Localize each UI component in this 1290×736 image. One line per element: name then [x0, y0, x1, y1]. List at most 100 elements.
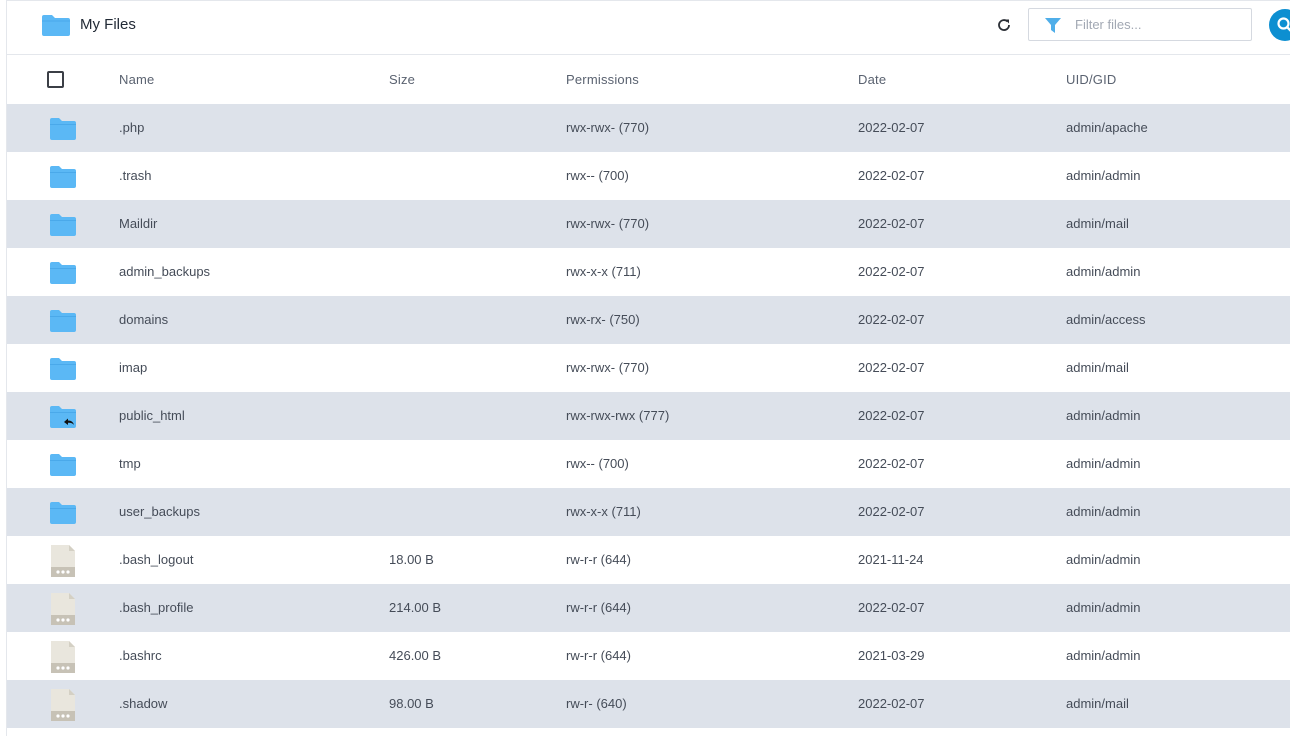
file-permissions[interactable]: rwx-rwx- (770) [566, 216, 649, 231]
file-owner: admin/admin [1066, 408, 1141, 423]
table-row[interactable]: .trash rwx-- (700) 2022-02-07 admin/admi… [7, 152, 1290, 200]
folder-icon [42, 15, 70, 36]
file-owner: admin/apache [1066, 120, 1148, 135]
file-permissions[interactable]: rwx-rwx-rwx (777) [566, 408, 669, 423]
file-date: 2021-11-24 [858, 552, 924, 567]
table-row[interactable]: user_backups rwx-x-x (711) 2022-02-07 ad… [7, 488, 1290, 536]
file-manager-panel: My Files Name Size Permissions Date UID/… [6, 0, 1290, 736]
file-name[interactable]: .bash_logout [119, 552, 193, 567]
file-name[interactable]: .trash [119, 168, 152, 183]
folder-icon [49, 307, 77, 333]
file-size: 98.00 B [389, 696, 434, 711]
table-row[interactable]: .bash_logout 18.00 B rw-r-r (644) 2021-1… [7, 536, 1290, 584]
filter-input[interactable] [1075, 9, 1245, 40]
table-row[interactable]: .shadow 98.00 B rw-r- (640) 2022-02-07 a… [7, 680, 1290, 728]
file-permissions[interactable]: rwx-x-x (711) [566, 504, 641, 519]
table-row[interactable]: tmp rwx-- (700) 2022-02-07 admin/admin [7, 440, 1290, 488]
file-name[interactable]: .php [119, 120, 144, 135]
file-permissions[interactable]: rwx-rwx- (770) [566, 120, 649, 135]
file-date: 2022-02-07 [858, 696, 925, 711]
file-permissions[interactable]: rwx-- (700) [566, 456, 629, 471]
file-icon [51, 593, 75, 625]
file-permissions[interactable]: rw-r-r (644) [566, 648, 631, 663]
search-icon [1277, 17, 1290, 32]
file-date: 2022-02-07 [858, 600, 925, 615]
file-name[interactable]: imap [119, 360, 147, 375]
table-row[interactable]: .bashrc 426.00 B rw-r-r (644) 2021-03-29… [7, 632, 1290, 680]
file-date: 2022-02-07 [858, 168, 925, 183]
refresh-icon[interactable] [994, 15, 1014, 35]
folder-link-icon [49, 403, 77, 429]
folder-icon [49, 355, 77, 381]
file-name[interactable]: .bash_profile [119, 600, 193, 615]
file-owner: admin/admin [1066, 264, 1141, 279]
file-permissions[interactable]: rwx-rx- (750) [566, 312, 640, 327]
file-permissions[interactable]: rw-r- (640) [566, 696, 627, 711]
file-name[interactable]: user_backups [119, 504, 200, 519]
column-size[interactable]: Size [389, 72, 415, 87]
select-all-checkbox[interactable] [47, 71, 64, 88]
file-owner: admin/admin [1066, 168, 1141, 183]
file-owner: admin/admin [1066, 504, 1141, 519]
table-row[interactable]: .php rwx-rwx- (770) 2022-02-07 admin/apa… [7, 104, 1290, 152]
file-owner: admin/mail [1066, 216, 1129, 231]
table-row[interactable]: .bash_profile 214.00 B rw-r-r (644) 2022… [7, 584, 1290, 632]
file-icon [51, 545, 75, 577]
table-header: Name Size Permissions Date UID/GID [7, 55, 1290, 104]
folder-icon [49, 211, 77, 237]
file-name[interactable]: .bashrc [119, 648, 162, 663]
file-permissions[interactable]: rwx-x-x (711) [566, 264, 641, 279]
filter-icon [1045, 18, 1061, 33]
file-name[interactable]: domains [119, 312, 168, 327]
file-name[interactable]: .shadow [119, 696, 167, 711]
file-owner: admin/admin [1066, 552, 1141, 567]
file-date: 2022-02-07 [858, 456, 925, 471]
file-owner: admin/mail [1066, 360, 1129, 375]
file-owner: admin/access [1066, 312, 1146, 327]
toolbar: My Files [7, 1, 1290, 55]
folder-icon [49, 499, 77, 525]
file-date: 2022-02-07 [858, 216, 925, 231]
file-icon [51, 689, 75, 721]
folder-icon [49, 451, 77, 477]
file-size: 18.00 B [389, 552, 434, 567]
file-owner: admin/admin [1066, 456, 1141, 471]
file-permissions[interactable]: rw-r-r (644) [566, 552, 631, 567]
column-date[interactable]: Date [858, 72, 886, 87]
table-row[interactable]: public_html rwx-rwx-rwx (777) 2022-02-07… [7, 392, 1290, 440]
file-size: 214.00 B [389, 600, 442, 615]
file-date: 2022-02-07 [858, 120, 925, 135]
file-name[interactable]: admin_backups [119, 264, 210, 279]
file-permissions[interactable]: rwx-rwx- (770) [566, 360, 649, 375]
filter-box [1028, 8, 1252, 41]
folder-icon [49, 163, 77, 189]
file-owner: admin/admin [1066, 600, 1141, 615]
search-button[interactable] [1269, 9, 1290, 41]
file-permissions[interactable]: rw-r-r (644) [566, 600, 631, 615]
file-date: 2022-02-07 [858, 264, 925, 279]
file-icon [51, 641, 75, 673]
file-date: 2022-02-07 [858, 408, 925, 423]
column-permissions[interactable]: Permissions [566, 72, 639, 87]
file-name[interactable]: tmp [119, 456, 141, 471]
file-permissions[interactable]: rwx-- (700) [566, 168, 629, 183]
file-name[interactable]: Maildir [119, 216, 157, 231]
table-row[interactable]: admin_backups rwx-x-x (711) 2022-02-07 a… [7, 248, 1290, 296]
file-size: 426.00 B [389, 648, 442, 663]
file-date: 2022-02-07 [858, 504, 925, 519]
file-name[interactable]: public_html [119, 408, 185, 423]
column-name[interactable]: Name [119, 72, 154, 87]
file-date: 2022-02-07 [858, 360, 925, 375]
file-date: 2021-03-29 [858, 648, 925, 663]
file-owner: admin/mail [1066, 696, 1129, 711]
file-list: .php rwx-rwx- (770) 2022-02-07 admin/apa… [7, 104, 1290, 728]
table-row[interactable]: domains rwx-rx- (750) 2022-02-07 admin/a… [7, 296, 1290, 344]
breadcrumb[interactable]: My Files [80, 16, 136, 33]
file-owner: admin/admin [1066, 648, 1141, 663]
folder-icon [49, 115, 77, 141]
table-row[interactable]: imap rwx-rwx- (770) 2022-02-07 admin/mai… [7, 344, 1290, 392]
column-uid-gid[interactable]: UID/GID [1066, 72, 1117, 87]
file-date: 2022-02-07 [858, 312, 925, 327]
table-row[interactable]: Maildir rwx-rwx- (770) 2022-02-07 admin/… [7, 200, 1290, 248]
folder-icon [49, 259, 77, 285]
